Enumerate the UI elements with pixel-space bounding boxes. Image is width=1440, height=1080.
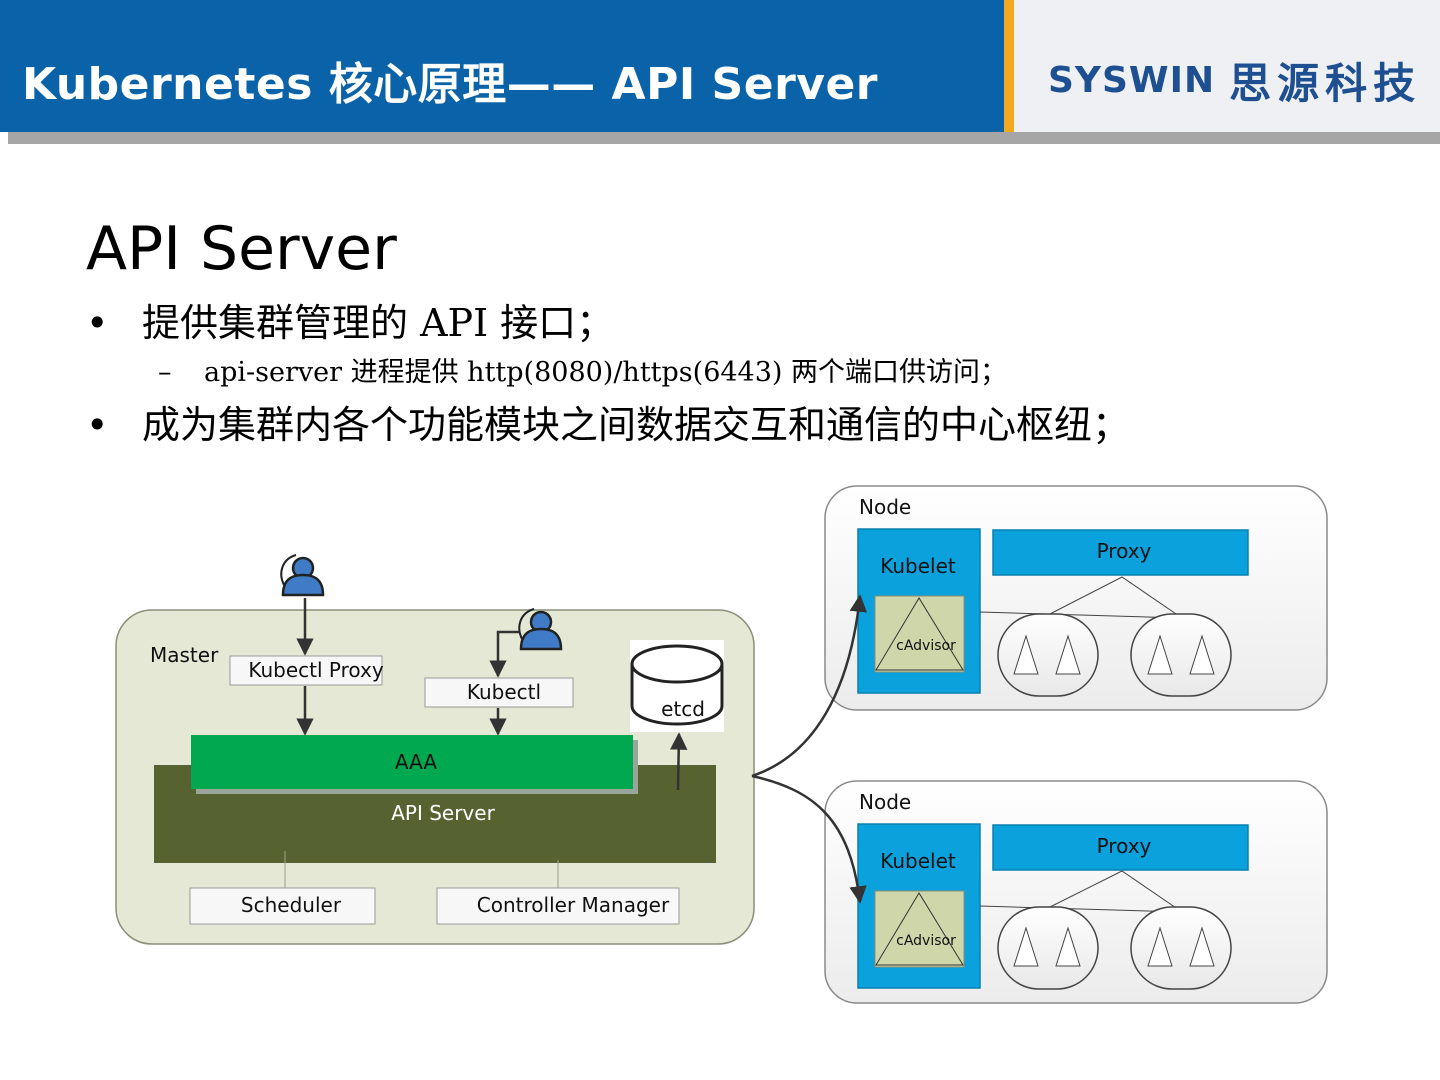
node-label: Node [859, 790, 911, 814]
etcd-cylinder: etcd [630, 640, 724, 732]
pod [997, 613, 1099, 697]
etcd-top [630, 644, 724, 684]
controller-manager-label: Controller Manager [477, 893, 670, 917]
architecture-diagram: Master API Server AAA Kubectl Proxy Kube… [115, 485, 1328, 1004]
cadvisor-label: cAdvisor [896, 638, 956, 654]
cadvisor-label: cAdvisor [896, 933, 956, 949]
kubectl-proxy-label: Kubectl Proxy [248, 658, 383, 682]
master-label: Master [150, 643, 219, 667]
node-label: Node [859, 495, 911, 519]
pod [997, 906, 1099, 990]
pod [1130, 613, 1232, 697]
proxy-label: Proxy [1097, 834, 1152, 858]
kubectl-label: Kubectl [467, 680, 541, 704]
etcd-label: etcd [661, 697, 705, 721]
pod [1130, 906, 1232, 990]
kubelet-label: Kubelet [880, 554, 956, 578]
scheduler-label: Scheduler [241, 893, 342, 917]
user-icon [280, 554, 325, 597]
aaa-label: AAA [395, 750, 437, 774]
node-group: Node Kubelet cAdvisor Proxy [824, 485, 1328, 711]
cadvisor-box [874, 595, 965, 673]
cadvisor-box [874, 890, 965, 968]
master-group: Master API Server AAA Kubectl Proxy Kube… [115, 554, 755, 945]
node-group: Node Kubelet cAdvisor Proxy [824, 780, 1328, 1004]
kubelet-label: Kubelet [880, 849, 956, 873]
api-server-label: API Server [391, 801, 495, 825]
proxy-label: Proxy [1097, 539, 1152, 563]
arrow-api-to-etcd [669, 732, 688, 791]
